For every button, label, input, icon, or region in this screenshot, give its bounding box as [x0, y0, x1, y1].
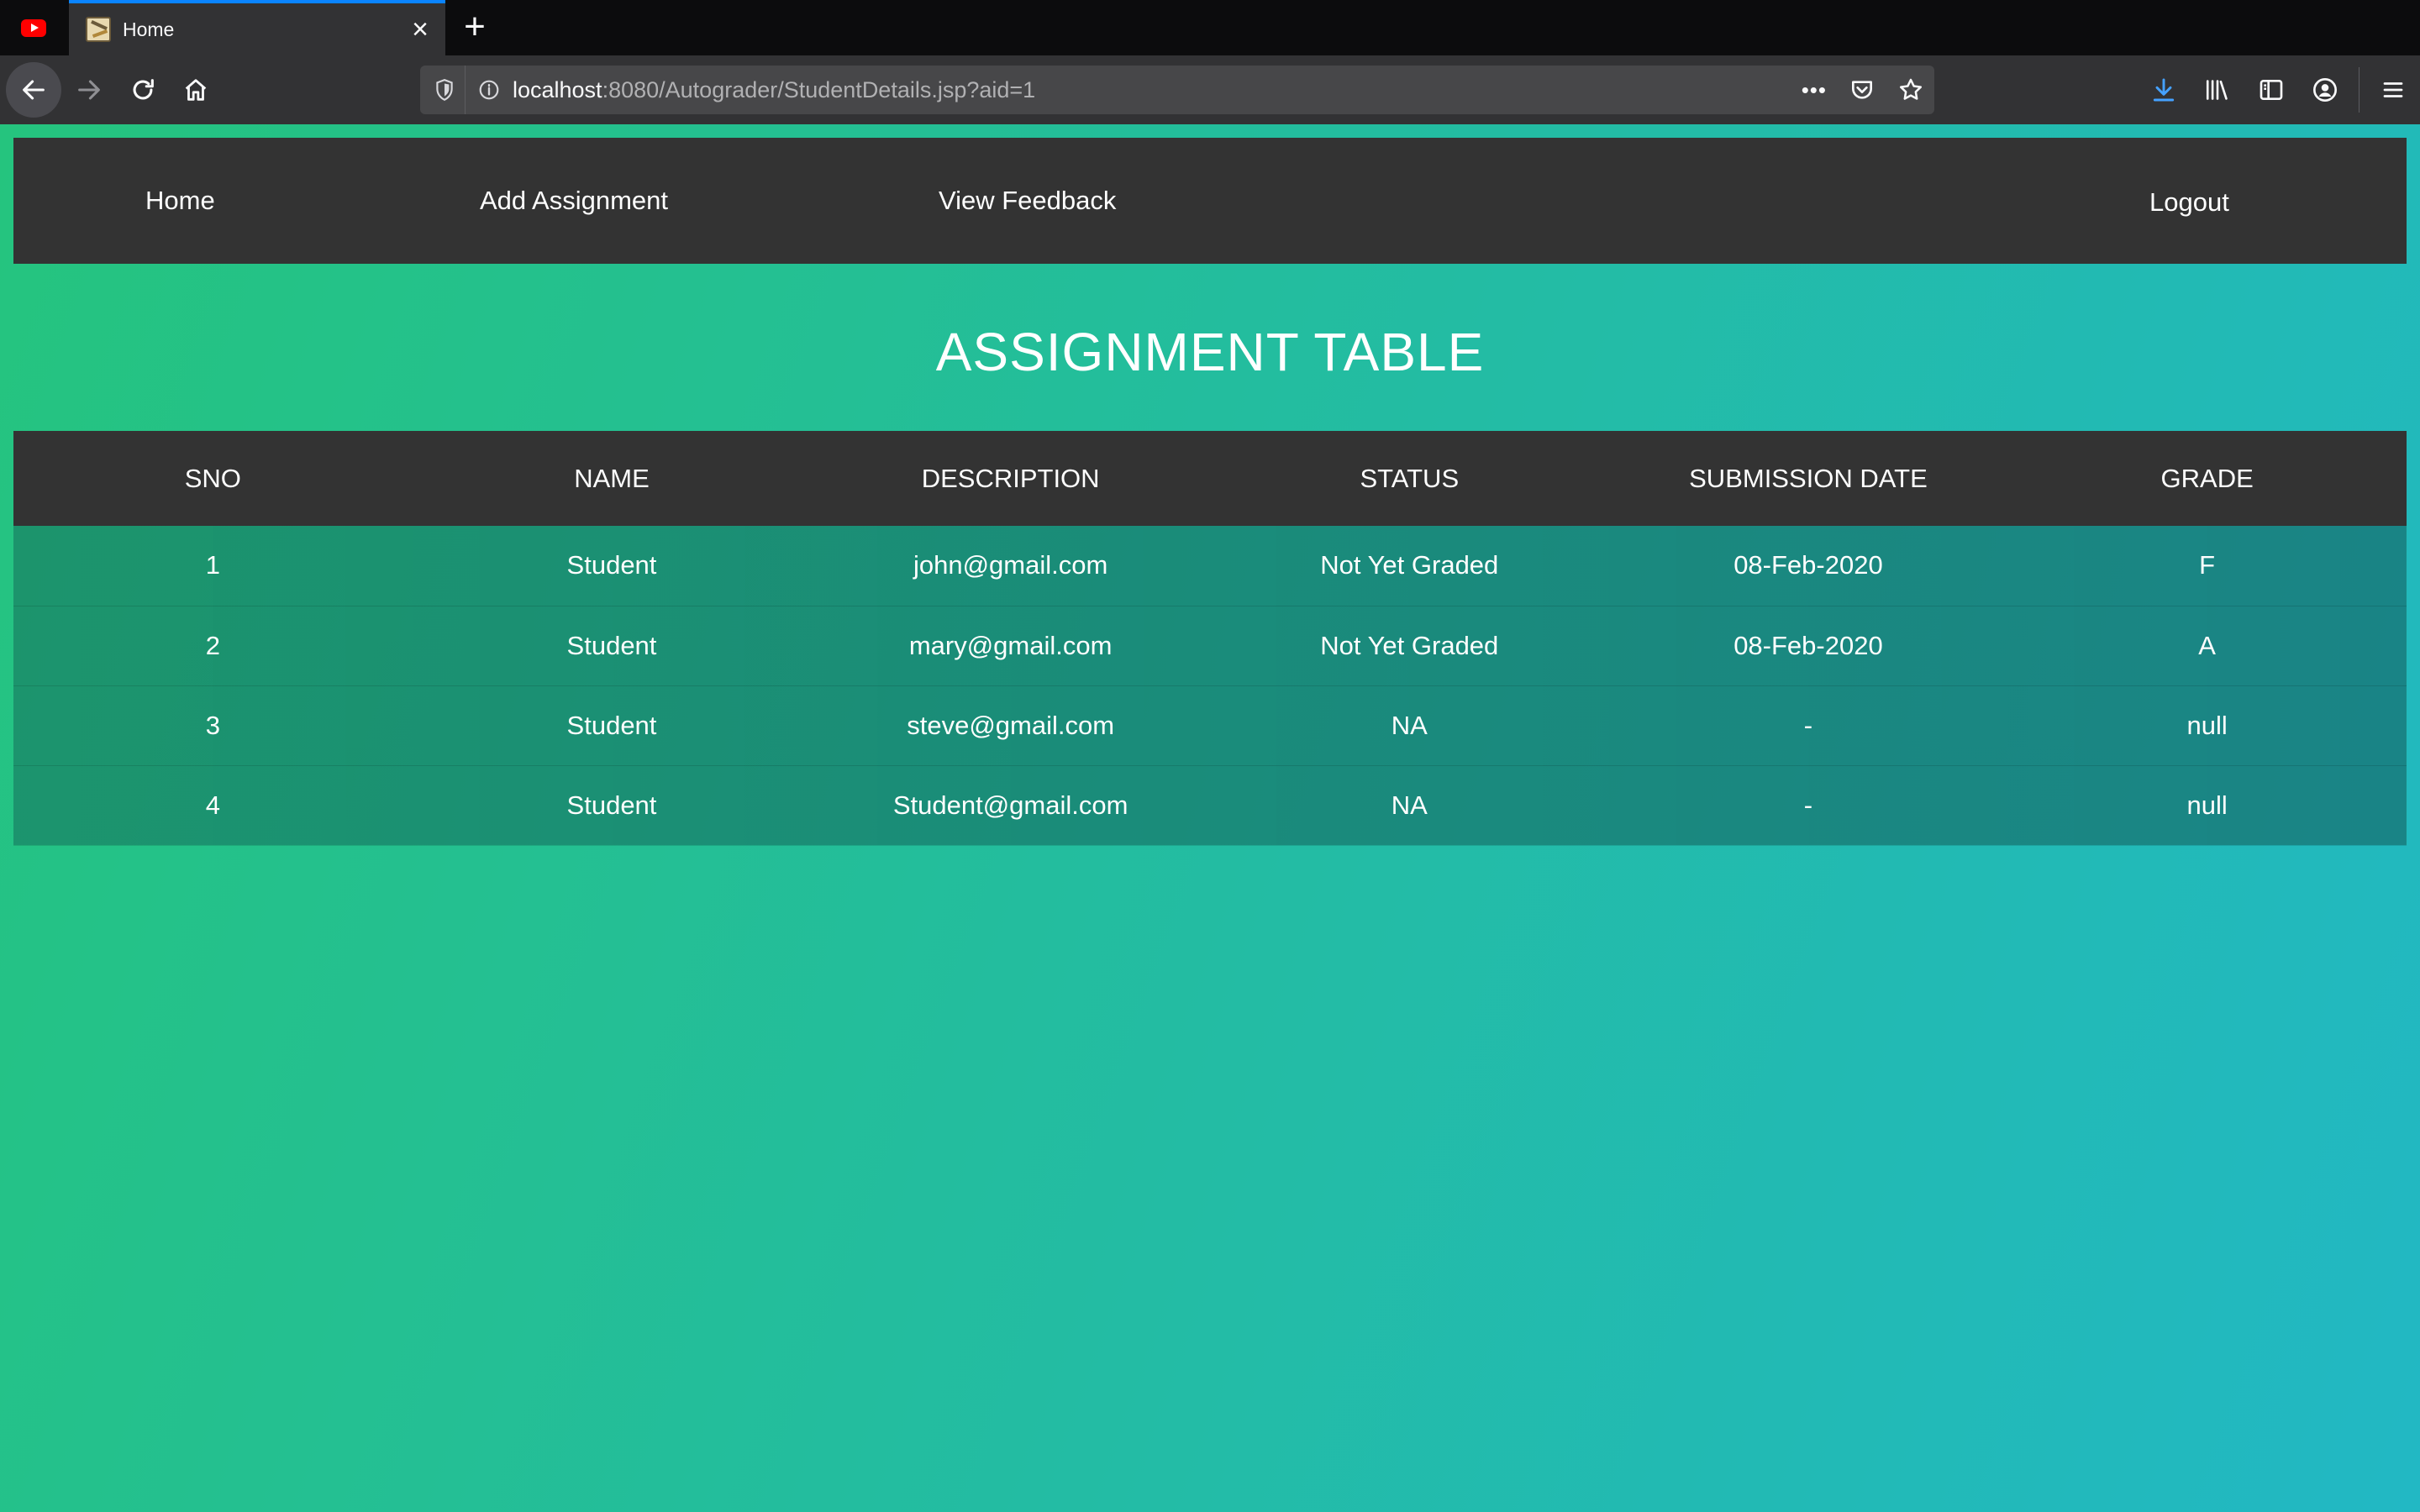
column-header-sno: SNO [184, 463, 241, 493]
app-menu-button[interactable] [2366, 55, 2420, 124]
cell-name: Student [566, 550, 657, 580]
cell-description: john@gmail.com [913, 550, 1108, 580]
arrow-right-icon [78, 80, 100, 100]
cell-status: NA [1391, 710, 1428, 740]
cell-grade: A [2198, 630, 2216, 660]
home-button[interactable] [168, 62, 224, 118]
cell-status: Not Yet Graded [1320, 550, 1499, 580]
cell-name: Student [566, 630, 657, 660]
assignment-table: SNO NAME DESCRIPTION STATUS SUBMISSION D… [13, 431, 2407, 846]
page-title: ASSIGNMENT TABLE [935, 322, 1485, 382]
page-actions-menu-icon[interactable]: ••• [1802, 77, 1827, 103]
site-favicon-icon [86, 17, 111, 42]
reload-button[interactable] [115, 62, 171, 118]
column-header-grade: GRADE [2160, 463, 2254, 493]
cell-sno: 1 [205, 550, 220, 580]
forward-button[interactable] [61, 62, 117, 118]
tracking-protection-icon[interactable] [424, 66, 466, 114]
account-icon [2313, 78, 2337, 102]
sidebar-button[interactable] [2244, 55, 2298, 124]
url-bar[interactable]: localhost:8080/Autograder/StudentDetails… [420, 66, 1934, 114]
column-header-submission-date: SUBMISSION DATE [1689, 463, 1928, 493]
pocket-icon[interactable] [1849, 76, 1876, 103]
nav-link-logout[interactable]: Logout [2149, 139, 2229, 265]
new-tab-button[interactable]: + [454, 7, 496, 49]
back-button[interactable] [6, 62, 61, 118]
close-tab-icon[interactable]: × [402, 15, 439, 44]
table-row: 4 Student Student@gmail.com NA - null [13, 765, 2407, 845]
cell-description: Student@gmail.com [892, 790, 1128, 820]
downloads-button[interactable] [2137, 55, 2191, 124]
reload-icon [133, 79, 154, 100]
bookmark-star-icon[interactable] [1897, 76, 1924, 103]
arrow-left-icon [23, 80, 45, 100]
home-icon [185, 79, 207, 101]
tab-title: Home [123, 18, 175, 40]
cell-grade: F [2199, 550, 2216, 580]
youtube-icon [21, 18, 46, 37]
table-row: 3 Student steve@gmail.com NA - null [13, 685, 2407, 765]
site-navbar: Home Add Assignment View Feedback Logout [13, 138, 2407, 264]
cell-description: steve@gmail.com [907, 710, 1115, 740]
cell-name: Student [566, 790, 657, 820]
toolbar-separator [2359, 67, 2360, 113]
site-info-icon[interactable] [466, 79, 513, 101]
cell-status: NA [1391, 790, 1428, 820]
pinned-tab-youtube[interactable] [0, 0, 67, 55]
library-icon [2206, 80, 2228, 100]
account-button[interactable] [2298, 55, 2352, 124]
sidebar-icon [2260, 80, 2283, 100]
nav-link-add-assignment[interactable]: Add Assignment [480, 138, 668, 264]
url-text: localhost:8080/Autograder/StudentDetails… [513, 77, 1035, 103]
page-content: Home Add Assignment View Feedback Logout… [0, 124, 2420, 1512]
hamburger-menu-icon [2383, 82, 2403, 97]
cell-sno: 4 [205, 790, 220, 820]
cell-status: Not Yet Graded [1320, 630, 1499, 660]
url-path: :8080/Autograder/StudentDetails.jsp?aid=… [602, 76, 1036, 102]
cell-submission-date: - [1803, 790, 1813, 820]
cell-sno: 3 [205, 710, 220, 740]
cell-submission-date: 08-Feb-2020 [1733, 550, 1883, 580]
tab-home[interactable]: Home × [69, 0, 445, 55]
download-icon [2153, 78, 2175, 102]
column-header-description: DESCRIPTION [921, 463, 1100, 493]
table-header-row: SNO NAME DESCRIPTION STATUS SUBMISSION D… [13, 431, 2407, 526]
cell-grade: null [2186, 710, 2228, 740]
cell-description: mary@gmail.com [908, 630, 1113, 660]
cell-sno: 2 [205, 630, 220, 660]
browser-tab-strip: Home × + [0, 0, 2420, 55]
library-button[interactable] [2191, 55, 2244, 124]
column-header-name: NAME [574, 463, 650, 493]
column-header-status: STATUS [1360, 463, 1460, 493]
browser-toolbar: localhost:8080/Autograder/StudentDetails… [0, 55, 2420, 124]
url-host: localhost [513, 76, 602, 102]
cell-submission-date: - [1803, 710, 1813, 740]
nav-link-view-feedback[interactable]: View Feedback [939, 138, 1116, 264]
table-row: 2 Student mary@gmail.com Not Yet Graded … [13, 606, 2407, 685]
table-row: 1 Student john@gmail.com Not Yet Graded … [13, 526, 2407, 606]
cell-grade: null [2186, 790, 2228, 820]
nav-link-home[interactable]: Home [145, 138, 215, 264]
cell-submission-date: 08-Feb-2020 [1733, 630, 1883, 660]
cell-name: Student [566, 710, 657, 740]
